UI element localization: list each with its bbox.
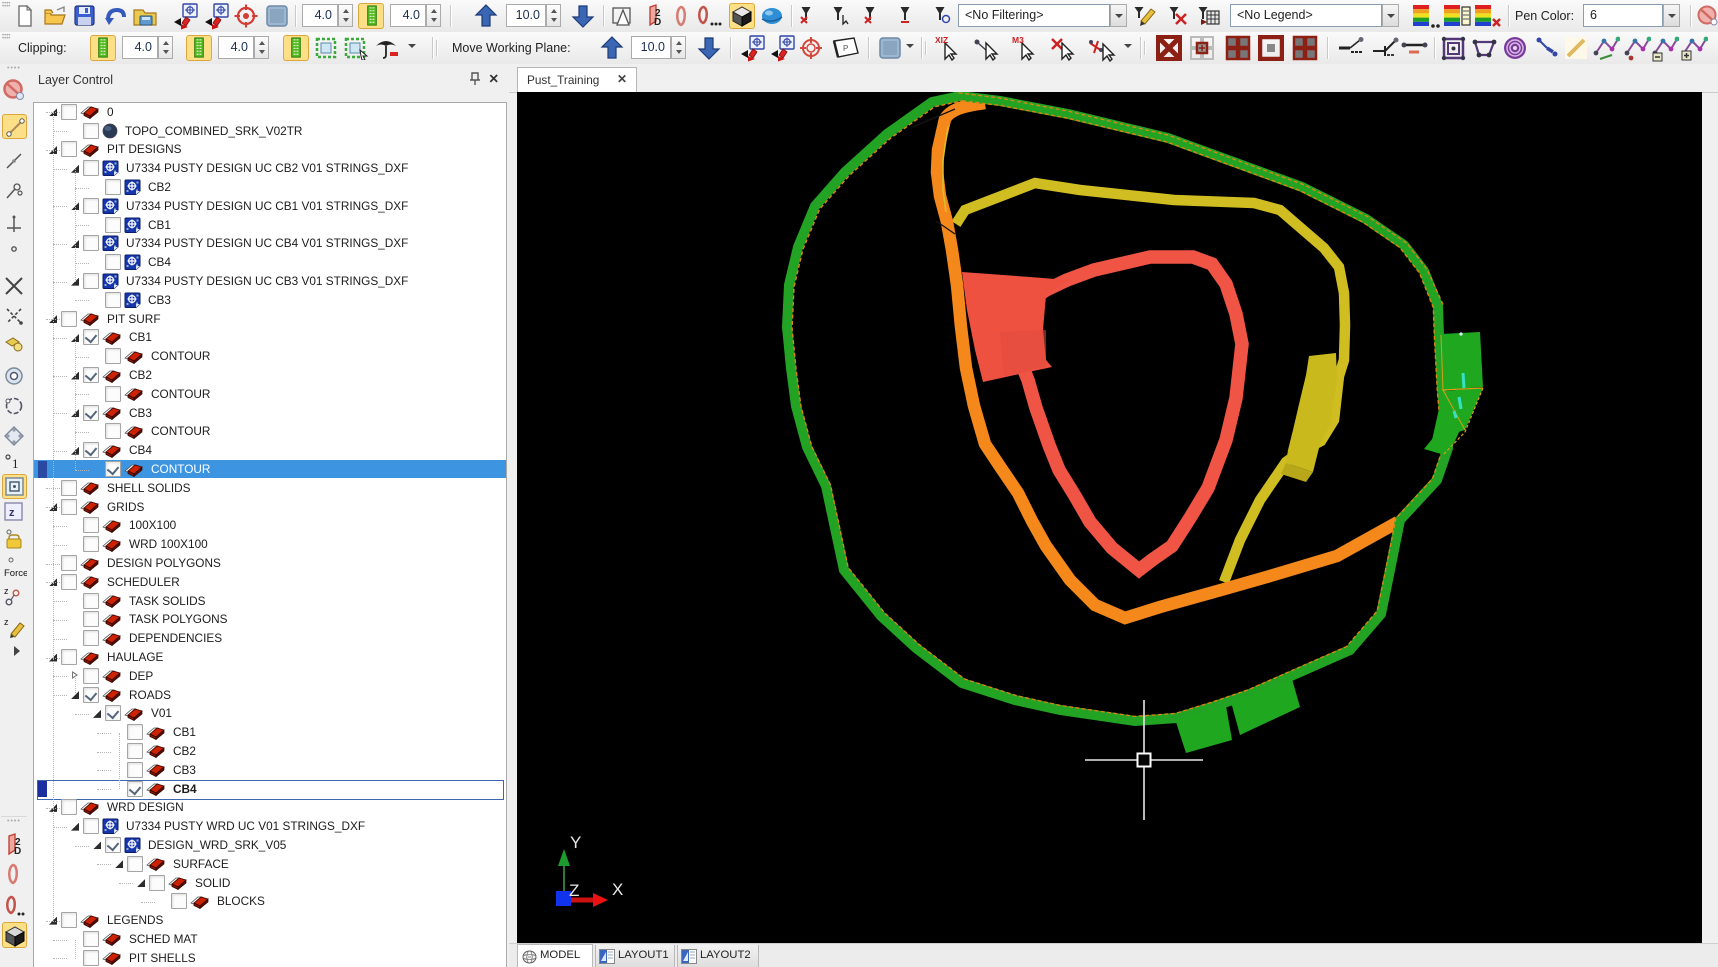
svg-text:z: z [9, 507, 15, 519]
svg-text:XIZ: XIZ [935, 35, 948, 45]
svg-text:Force: Force [4, 568, 27, 579]
svg-text:D: D [14, 846, 21, 857]
svg-text:D: D [654, 17, 661, 28]
svg-text:M3: M3 [1012, 35, 1024, 45]
svg-text:z: z [4, 617, 9, 627]
svg-text:z: z [4, 586, 9, 596]
svg-text:X: X [612, 880, 623, 899]
svg-text:P: P [843, 44, 848, 53]
svg-text:Z: Z [569, 881, 579, 900]
svg-text:Y: Y [570, 833, 581, 852]
svg-text:1: 1 [12, 456, 19, 471]
